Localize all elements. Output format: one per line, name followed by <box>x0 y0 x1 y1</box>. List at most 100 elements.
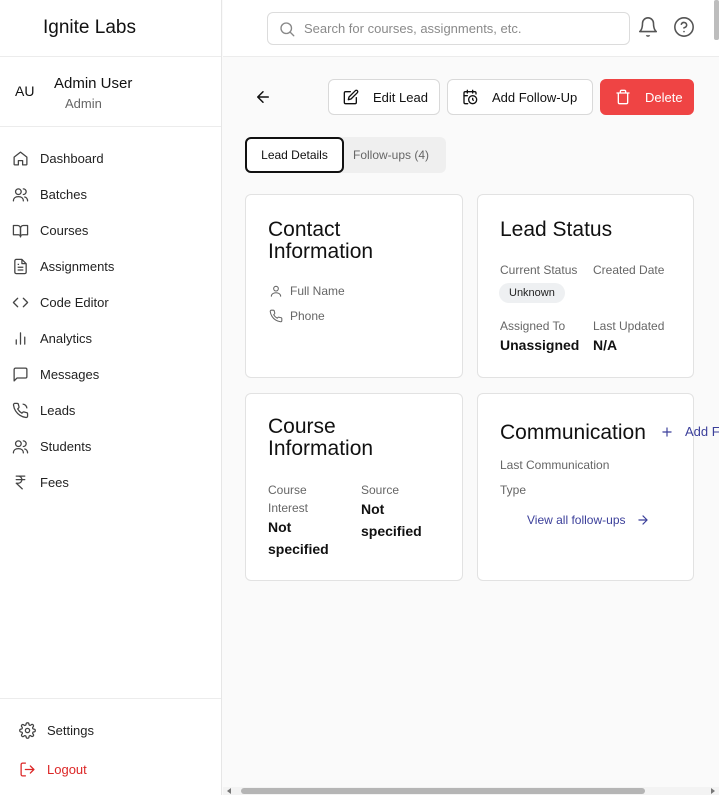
phone-icon <box>269 309 283 323</box>
edit-lead-label: Edit Lead <box>373 89 428 105</box>
phone-icon <box>11 401 29 419</box>
tab-follow-ups[interactable]: Follow-ups (4) <box>345 137 437 173</box>
course-information-card: Course Information Course Interest Not spec… <box>245 393 463 581</box>
sidebar-item-label: Dashboard <box>40 150 104 166</box>
file-text-icon <box>11 257 29 275</box>
bell-icon[interactable] <box>637 16 659 38</box>
home-icon <box>11 149 29 167</box>
sidebar-item-label: Students <box>40 438 92 454</box>
sidebar-item-leads[interactable]: Leads <box>0 392 221 428</box>
logout-icon <box>18 761 36 779</box>
sidebar-item-batches[interactable]: Batches <box>0 176 221 212</box>
code-icon <box>11 293 29 311</box>
add-follow-up-link-label: Add F <box>685 424 719 439</box>
rupee-icon <box>11 473 29 491</box>
sidebar-item-label: Assignments <box>40 258 115 274</box>
sidebar-item-label: Batches <box>40 186 87 202</box>
scroll-left-arrow[interactable] <box>227 788 231 794</box>
users-icon <box>11 185 29 203</box>
course-interest-label: Course Interest <box>268 483 309 515</box>
last-communication-label: Last Communication <box>500 458 610 472</box>
horizontal-scrollbar[interactable] <box>223 787 719 795</box>
type-label: Type <box>500 483 527 497</box>
users-icon <box>11 437 29 455</box>
full-name-label: Full Name <box>290 284 345 298</box>
arrow-right-icon <box>637 515 648 525</box>
settings-label: Settings <box>47 723 94 738</box>
source-value: Not specified <box>361 501 422 539</box>
sidebar-item-dashboard[interactable]: Dashboard <box>0 140 221 176</box>
last-updated-value: N/A <box>593 337 618 353</box>
sidebar-item-courses[interactable]: Courses <box>0 212 221 248</box>
sidebar-nav: Dashboard Batches Courses Assignments Co… <box>0 140 221 500</box>
sidebar-item-label: Courses <box>40 222 89 238</box>
edit-lead-button[interactable]: Edit Lead <box>328 79 440 115</box>
sidebar-item-label: Leads <box>40 402 76 418</box>
sidebar-item-label: Analytics <box>40 330 93 346</box>
help-icon[interactable] <box>673 16 695 38</box>
sidebar-item-label: Fees <box>40 474 69 490</box>
source-label: Source <box>361 483 400 497</box>
course-card-title: Course Information <box>268 415 374 460</box>
user-profile: AU Admin User Admin <box>0 57 221 127</box>
sidebar: Ignite Labs AU Admin User Admin Dashboar… <box>0 0 222 795</box>
edit-icon <box>343 89 359 105</box>
calendar-clock-icon <box>462 89 478 105</box>
delete-label: Delete <box>645 89 683 105</box>
phone-label: Phone <box>290 309 325 323</box>
tab-lead-details[interactable]: Lead Details <box>245 137 344 173</box>
search-input[interactable] <box>304 21 624 36</box>
message-icon <box>11 365 29 383</box>
add-follow-up-label: Add Follow-Up <box>492 89 578 105</box>
add-follow-up-button[interactable]: Add Follow-Up <box>447 79 593 115</box>
plus-icon <box>662 426 672 437</box>
search-icon <box>280 21 295 36</box>
sidebar-footer: Settings Logout <box>0 698 221 789</box>
sidebar-item-analytics[interactable]: Analytics <box>0 320 221 356</box>
settings-link[interactable]: Settings <box>0 711 221 750</box>
avatar: AU <box>15 83 35 99</box>
created-date-label: Created Date <box>593 263 665 277</box>
sidebar-item-label: Code Editor <box>40 294 109 310</box>
sidebar-item-label: Messages <box>40 366 100 382</box>
tab-list: Lead Details Follow-ups (4) <box>245 137 446 173</box>
status-badge: Unknown <box>499 283 565 303</box>
assigned-to-label: Assigned To <box>500 319 566 333</box>
full-name-field: Full Name <box>269 284 345 298</box>
view-all-follow-ups-link[interactable]: View all follow-ups <box>527 513 650 527</box>
search-box[interactable] <box>267 12 630 45</box>
trash-icon <box>615 89 631 105</box>
sidebar-item-messages[interactable]: Messages <box>0 356 221 392</box>
scrollbar-thumb[interactable] <box>241 788 645 794</box>
phone-field: Phone <box>269 309 325 323</box>
brand-logo-text[interactable]: Ignite Labs <box>0 0 221 57</box>
communication-card: Communication Last Communication Type Vi… <box>477 393 694 581</box>
bar-chart-icon <box>11 329 29 347</box>
sidebar-item-students[interactable]: Students <box>0 428 221 464</box>
contact-card-title: Contact Information <box>268 218 374 263</box>
book-icon <box>11 221 29 239</box>
sidebar-item-code-editor[interactable]: Code Editor <box>0 284 221 320</box>
assigned-to-value: Unassigned <box>500 337 580 353</box>
communication-title: Communication <box>500 421 646 444</box>
contact-information-card: Contact Information Full Name Phone <box>245 194 463 378</box>
sidebar-item-assignments[interactable]: Assignments <box>0 248 221 284</box>
lead-status-title: Lead Status <box>500 218 613 241</box>
logout-link[interactable]: Logout <box>0 750 221 789</box>
scroll-right-arrow[interactable] <box>711 788 715 794</box>
last-updated-label: Last Updated <box>593 319 665 333</box>
course-interest-value: Not specified <box>268 519 329 557</box>
current-status-label: Current Status <box>500 263 578 277</box>
user-name: Admin User <box>54 75 133 92</box>
lead-status-card: Lead Status Current Status Unknown Creat… <box>477 194 694 378</box>
view-all-label: View all follow-ups <box>527 513 626 527</box>
topbar <box>223 0 719 57</box>
sidebar-item-fees[interactable]: Fees <box>0 464 221 500</box>
user-role: Admin <box>65 96 102 111</box>
add-follow-up-link[interactable]: Add F <box>660 424 719 439</box>
delete-button[interactable]: Delete <box>600 79 694 115</box>
back-arrow-icon[interactable] <box>254 88 272 106</box>
vertical-scrollbar-thumb[interactable] <box>714 0 719 40</box>
logout-label: Logout <box>47 762 87 777</box>
gear-icon <box>18 722 36 740</box>
